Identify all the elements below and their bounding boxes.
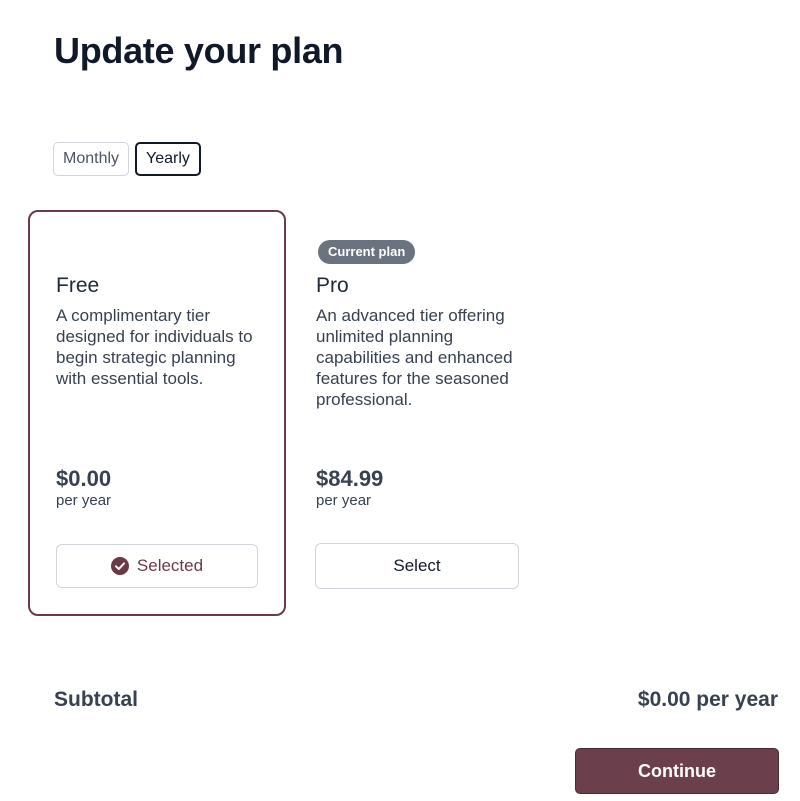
continue-button[interactable]: Continue bbox=[575, 748, 779, 794]
billing-period-toggle: Monthly Yearly bbox=[53, 142, 201, 176]
plan-period: per year bbox=[56, 492, 112, 509]
plan-card-free[interactable]: Free A complimentary tier designed for i… bbox=[28, 210, 286, 616]
subtotal-label: Subtotal bbox=[54, 688, 138, 711]
check-circle-icon bbox=[110, 557, 129, 575]
plan-price: $0.00 bbox=[56, 466, 112, 491]
page-title: Update your plan bbox=[54, 30, 344, 71]
plan-price: $84.99 bbox=[316, 466, 384, 491]
plan-name: Pro bbox=[316, 274, 349, 297]
monthly-toggle-button[interactable]: Monthly bbox=[53, 142, 130, 176]
yearly-toggle-button[interactable]: Yearly bbox=[135, 142, 201, 176]
plan-card-pro[interactable]: Current plan Pro An advanced tier offeri… bbox=[288, 210, 546, 616]
plan-period: per year bbox=[316, 492, 372, 509]
selected-button-label: Selected bbox=[136, 556, 204, 575]
subtotal-value: $0.00 per year bbox=[637, 688, 778, 711]
plan-description: A complimentary tier designed for indivi… bbox=[56, 306, 253, 388]
select-plan-button[interactable]: Select bbox=[315, 543, 519, 589]
plan-name: Free bbox=[56, 274, 100, 297]
plan-description: An advanced tier offering unlimited plan… bbox=[316, 306, 513, 409]
selected-plan-button[interactable]: Selected bbox=[56, 544, 258, 588]
current-plan-badge: Current plan bbox=[318, 240, 416, 264]
